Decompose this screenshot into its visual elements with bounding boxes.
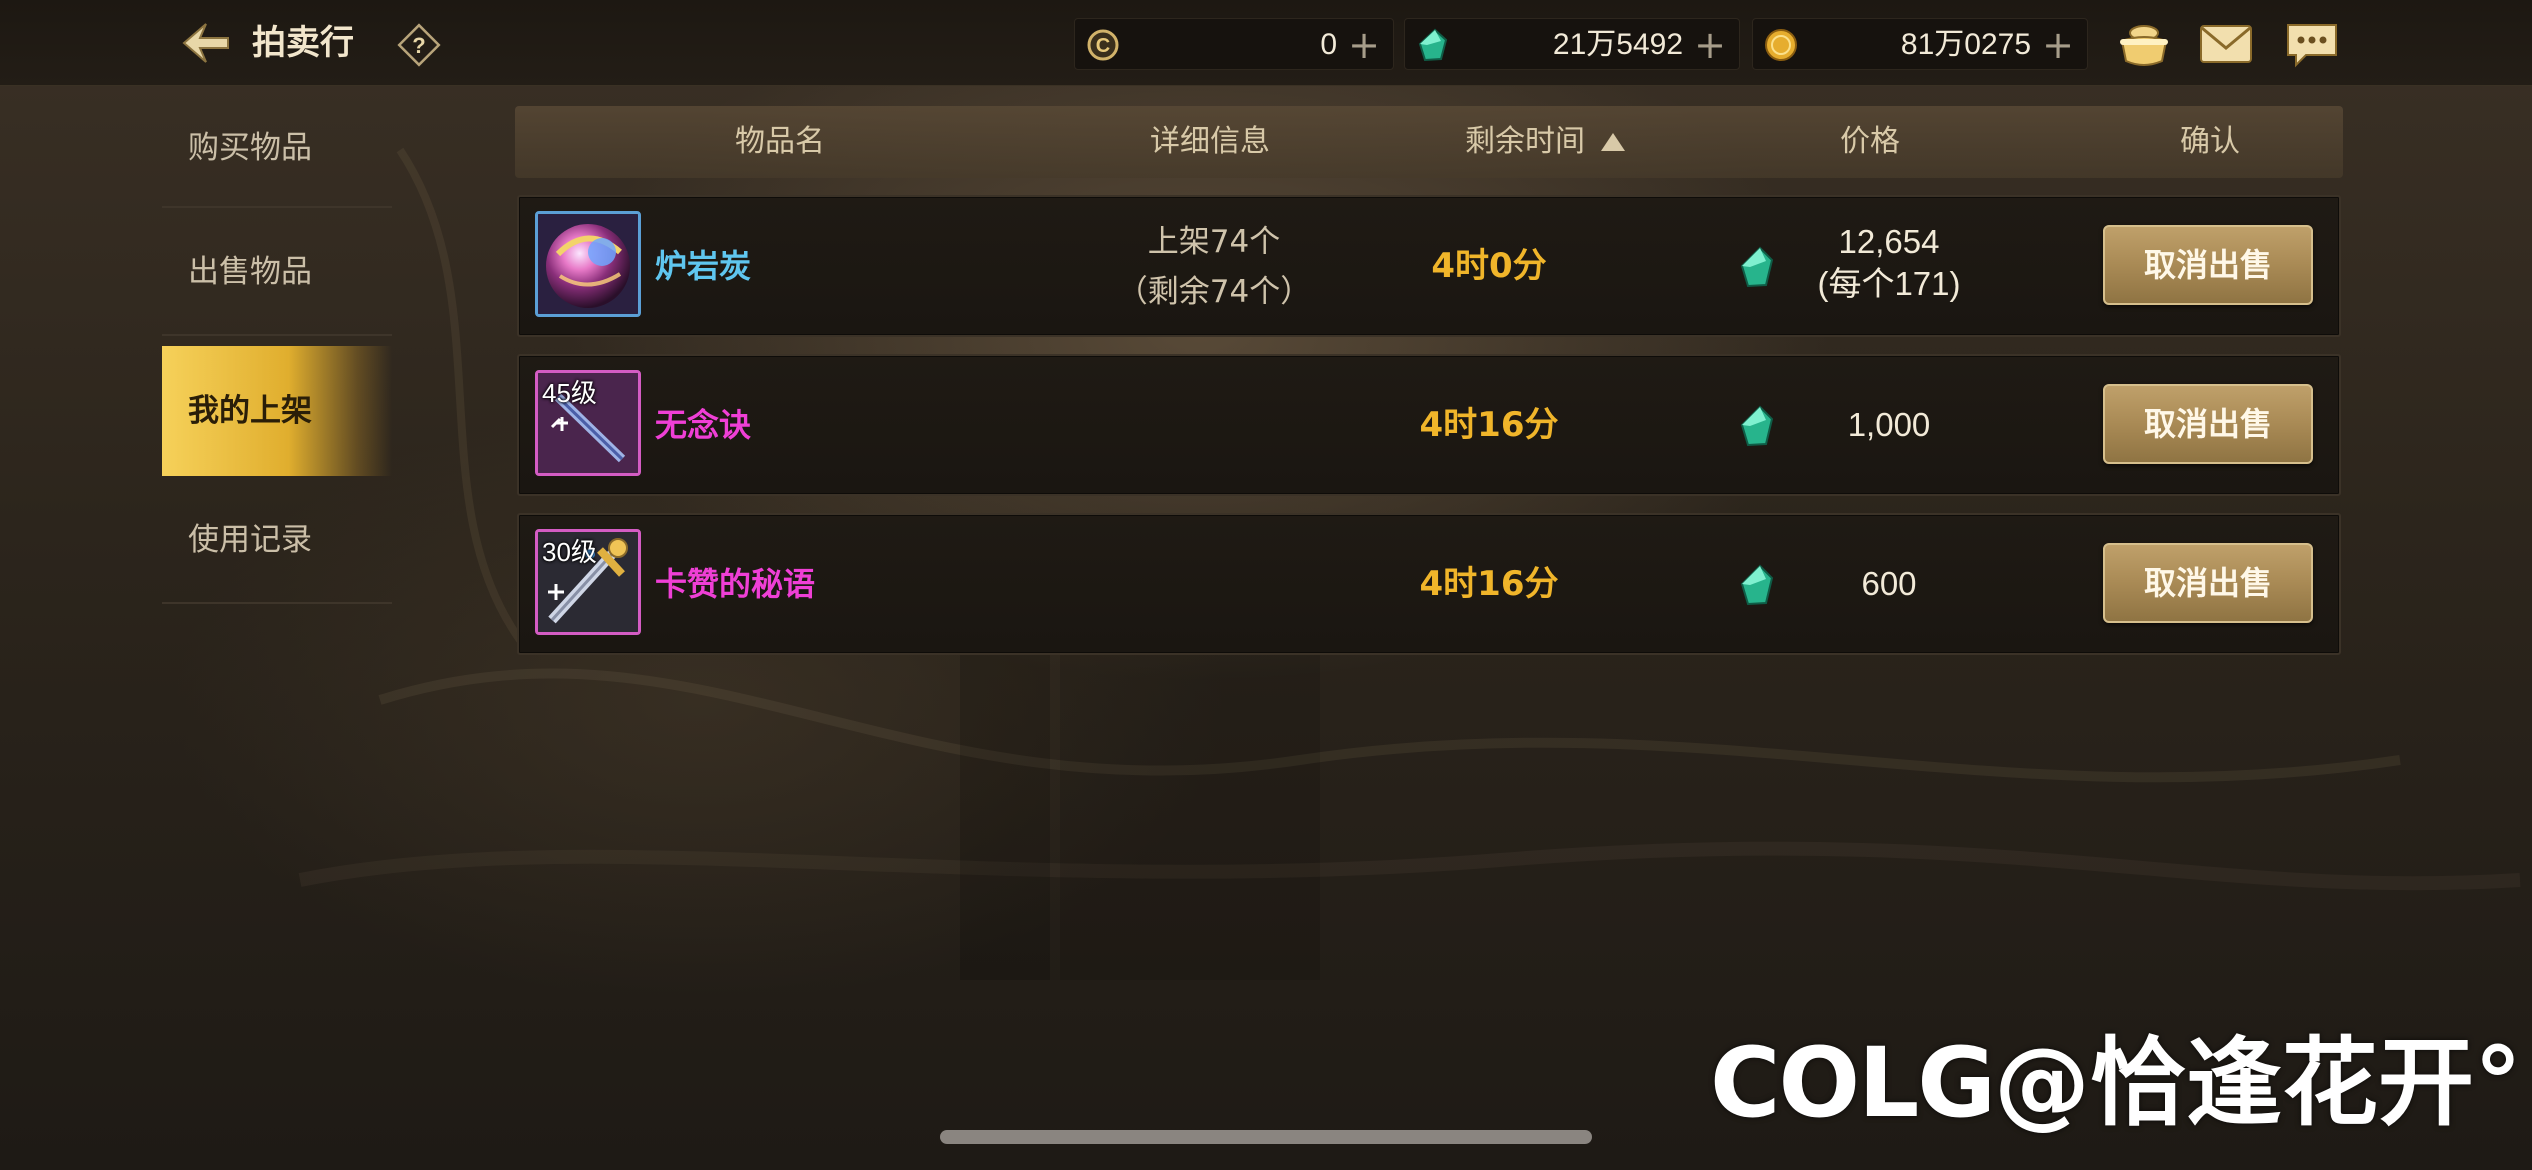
- orb-icon: [538, 214, 638, 314]
- column-header-name[interactable]: 物品名: [625, 106, 935, 178]
- sidebar-nav: 购买物品 出售物品 我的上架 使用记录: [162, 100, 392, 604]
- sidebar-item-buy[interactable]: 购买物品: [162, 100, 392, 208]
- treasure-pot-icon: [2120, 25, 2168, 66]
- cancel-sale-button[interactable]: 取消出售: [2103, 543, 2313, 623]
- watermark-logo: COLG: [1710, 1027, 1996, 1139]
- currency-c-coin: C 0 +: [1074, 18, 1394, 70]
- item-price: 12,654 (每个171): [1789, 221, 1989, 305]
- treasure-pot-button[interactable]: [2114, 16, 2174, 72]
- listed-count: 上架74个: [1147, 224, 1281, 260]
- item-level: 30级: [542, 537, 597, 567]
- column-header-detail[interactable]: 详细信息: [1035, 106, 1385, 178]
- item-icon[interactable]: 30级: [535, 529, 641, 635]
- svg-text:?: ?: [412, 33, 425, 58]
- table-row: 45级 无念诀 4时16分 1,000 取消出售: [517, 354, 2341, 496]
- unit-price: (每个171): [1817, 265, 1961, 302]
- green-gem-icon: [1740, 246, 1774, 288]
- item-level: 45级: [542, 378, 597, 408]
- help-icon: ?: [397, 23, 441, 67]
- chat-icon: [2287, 24, 2337, 68]
- currency-value: 0: [1320, 28, 1337, 61]
- remaining-time: 4时16分: [1419, 564, 1559, 604]
- green-gem-icon: [1418, 28, 1448, 62]
- home-indicator[interactable]: [940, 1130, 1592, 1144]
- page-title: 拍卖行: [252, 23, 354, 63]
- c-coin-icon: C: [1087, 29, 1119, 61]
- currency-value: 81万0275: [1900, 28, 2031, 61]
- remaining-count: （剩余74个）: [1116, 274, 1312, 310]
- cancel-sale-button[interactable]: 取消出售: [2103, 225, 2313, 305]
- item-detail: 上架74个 （剩余74个）: [1039, 217, 1389, 317]
- table-header: 物品名 详细信息 剩余时间 价格 确认: [515, 106, 2343, 178]
- watermark-text: @恰逢花开°: [1994, 1027, 2523, 1139]
- watermark: COLG@恰逢花开°: [1710, 1018, 2522, 1148]
- sidebar-item-my-listings[interactable]: 我的上架: [162, 346, 392, 476]
- back-button[interactable]: [178, 18, 232, 68]
- mail-icon: [2200, 25, 2252, 63]
- add-currency-button[interactable]: +: [2041, 26, 2075, 64]
- item-icon[interactable]: 45级: [535, 370, 641, 476]
- help-button[interactable]: ?: [396, 22, 442, 68]
- column-header-price[interactable]: 价格: [1765, 106, 1975, 178]
- sidebar-item-sell[interactable]: 出售物品: [162, 208, 392, 336]
- mail-button[interactable]: [2196, 16, 2256, 72]
- total-price: 12,654: [1838, 223, 1940, 260]
- gold-coin-icon: [1765, 29, 1797, 61]
- cancel-sale-button[interactable]: 取消出售: [2103, 384, 2313, 464]
- currency-green-gem: 21万5492 +: [1404, 18, 1740, 70]
- sort-ascending-icon[interactable]: [1601, 133, 1625, 151]
- column-header-confirm: 确认: [2180, 124, 2240, 159]
- add-currency-button[interactable]: +: [1693, 26, 1727, 64]
- item-price: 1,000: [1847, 406, 1931, 443]
- green-gem-icon: [1740, 564, 1774, 606]
- sidebar-item-history[interactable]: 使用记录: [162, 476, 392, 604]
- remaining-time: 4时0分: [1431, 246, 1547, 286]
- green-gem-icon: [1740, 405, 1774, 447]
- table-row: 30级 卡赞的秘语 4时16分 600 取消出售: [517, 513, 2341, 655]
- item-price: 600: [1861, 565, 1917, 602]
- item-name: 卡赞的秘语: [655, 565, 816, 603]
- table-row: 炉岩炭 上架74个 （剩余74个） 4时0分 12,654 (每个171) 取消…: [517, 195, 2341, 337]
- svg-text:C: C: [1096, 35, 1110, 57]
- item-name: 炉岩炭: [655, 247, 752, 285]
- top-bar: 拍卖行 ? C 0 + 21万5492 + 81万0275 +: [0, 0, 2532, 86]
- currency-value: 21万5492: [1552, 28, 1683, 61]
- add-currency-button[interactable]: +: [1347, 26, 1381, 64]
- remaining-time: 4时16分: [1419, 405, 1559, 445]
- currency-gold-coin: 81万0275 +: [1752, 18, 2088, 70]
- item-name: 无念诀: [655, 406, 752, 444]
- item-icon[interactable]: [535, 211, 641, 317]
- chat-button[interactable]: [2282, 16, 2342, 72]
- back-arrow-icon: [182, 23, 229, 63]
